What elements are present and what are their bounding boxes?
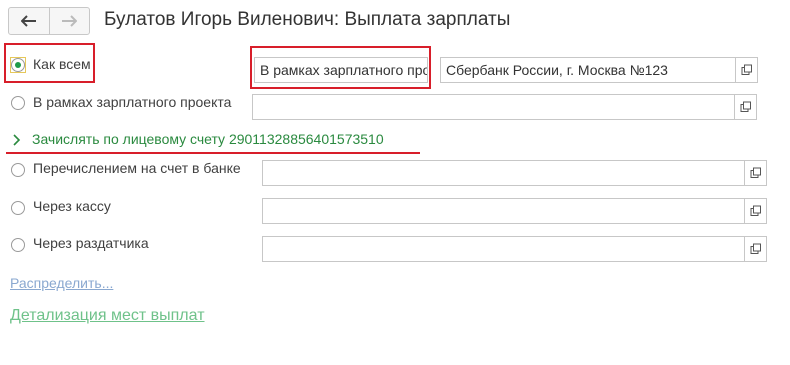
open-form-icon xyxy=(750,205,761,216)
how-all-bank-field[interactable]: Сбербанк России, г. Москва №123 xyxy=(440,57,736,83)
open-form-icon xyxy=(750,167,761,178)
open-bank-account-button[interactable] xyxy=(745,160,767,186)
open-salary-project-button[interactable] xyxy=(735,94,757,120)
radio-cash-desk[interactable] xyxy=(11,201,25,215)
personal-account-link[interactable]: Зачислять по лицевому счету 290113288564… xyxy=(32,131,384,147)
radio-how-all[interactable] xyxy=(11,58,25,72)
page-title: Булатов Игорь Виленович: Выплата зарплат… xyxy=(104,9,511,30)
radio-distributor[interactable] xyxy=(11,238,25,252)
open-bank-button[interactable] xyxy=(736,57,758,83)
open-distributor-button[interactable] xyxy=(745,236,767,262)
arrow-right-icon xyxy=(62,15,78,27)
radio-label-salary-project: В рамках зарплатного проекта xyxy=(33,94,232,110)
radio-label-bank-transfer: Перечислением на счет в банке xyxy=(33,160,241,176)
back-button[interactable] xyxy=(9,8,49,34)
navigation-buttons xyxy=(8,7,90,35)
forward-button[interactable] xyxy=(48,8,90,34)
chevron-right-icon xyxy=(13,134,21,146)
open-form-icon xyxy=(750,243,761,254)
open-form-icon xyxy=(741,64,752,75)
open-cash-desk-button[interactable] xyxy=(745,198,767,224)
radio-salary-project[interactable] xyxy=(11,96,25,110)
highlight-box-method xyxy=(250,46,431,89)
radio-bank-transfer[interactable] xyxy=(11,163,25,177)
distributor-field[interactable] xyxy=(262,236,745,262)
radio-label-cash-desk: Через кассу xyxy=(33,198,111,214)
radio-label-distributor: Через раздатчика xyxy=(33,235,149,251)
payment-places-details-link[interactable]: Детализация мест выплат xyxy=(10,307,205,325)
radio-label-how-all: Как всем xyxy=(33,56,91,72)
salary-project-field[interactable] xyxy=(252,94,735,120)
distribute-link[interactable]: Распределить... xyxy=(10,275,113,291)
highlight-underline xyxy=(6,152,420,154)
cash-desk-field[interactable] xyxy=(262,198,745,224)
open-form-icon xyxy=(740,101,751,112)
bank-account-field[interactable] xyxy=(262,160,745,186)
arrow-left-icon xyxy=(20,15,36,27)
